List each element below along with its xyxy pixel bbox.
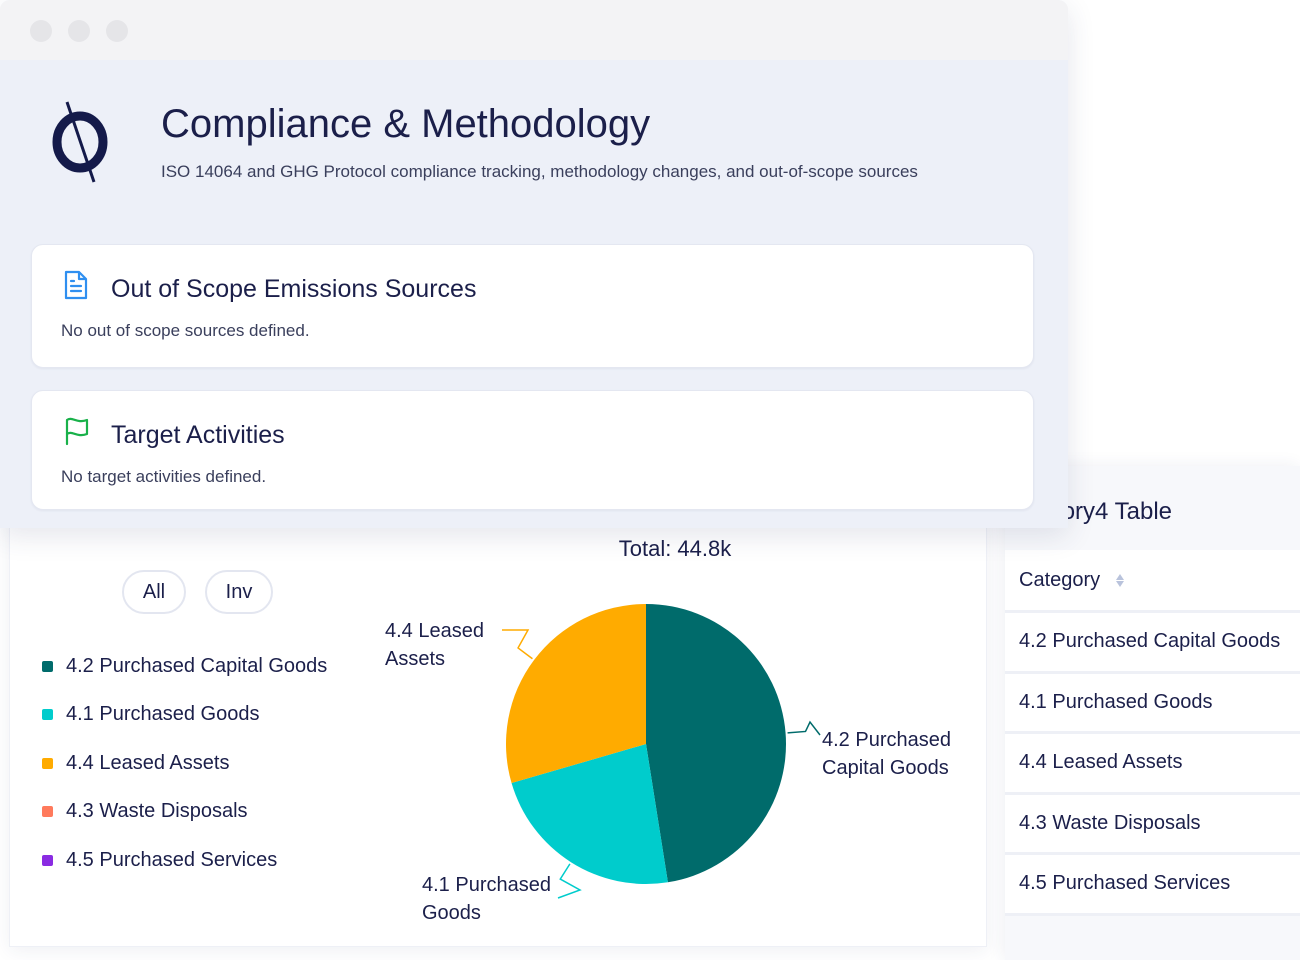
table-header-row: Category (1005, 550, 1300, 613)
table-cell: 4.2 Purchased Capital Goods (1019, 630, 1281, 653)
table-body: 4.2 Purchased Capital Goods 4.1 Purchase… (1005, 613, 1300, 916)
section-empty-text: No target activities defined. (61, 467, 267, 486)
window-titlebar (0, 0, 1068, 60)
category-chart-card: All Inv 4.2 Purchased Capital Goods 4.1 … (10, 516, 986, 946)
table-cell: 4.5 Purchased Services (1019, 872, 1231, 895)
pie-label-capital-goods-line2: Capital Goods (822, 757, 949, 779)
pie-leader-line (787, 720, 821, 736)
pie-label-capital-goods-line1: 4.2 Purchased (822, 729, 951, 751)
table-row[interactable]: 4.1 Purchased Goods (1005, 673, 1300, 734)
document-icon (64, 270, 88, 300)
table-row[interactable]: 4.5 Purchased Services (1005, 855, 1300, 916)
table-cell: 4.3 Waste Disposals (1019, 811, 1201, 834)
window-minimize-dot[interactable] (68, 20, 90, 42)
pie-leader-line (502, 629, 533, 660)
window-zoom-dot[interactable] (106, 20, 128, 42)
category-table-card: egory4 Table Category 4.2 Purchased Capi… (1005, 466, 1300, 960)
pie-label-leased-assets-line2: Assets (385, 648, 445, 670)
pie-slice[interactable] (646, 604, 786, 883)
page-subtitle: ISO 14064 and GHG Protocol compliance tr… (161, 162, 918, 181)
table-row[interactable]: 4.3 Waste Disposals (1005, 794, 1300, 855)
section-empty-text: No out of scope sources defined. (61, 321, 310, 340)
section-title: Target Activities (111, 421, 285, 449)
table-row[interactable]: 4.2 Purchased Capital Goods (1005, 613, 1300, 674)
pie-chart: 4.2 Purchased Capital Goods 4.1 Purchase… (385, 604, 951, 924)
brand-logo-icon (52, 101, 108, 183)
section-title: Out of Scope Emissions Sources (111, 275, 477, 303)
out-of-scope-section: Out of Scope Emissions Sources No out of… (31, 244, 1034, 368)
table-cell: 4.4 Leased Assets (1019, 751, 1183, 774)
compliance-window: Compliance & Methodology ISO 14064 and G… (0, 0, 1068, 528)
flag-icon (65, 417, 89, 446)
column-header-category[interactable]: Category (1019, 569, 1100, 592)
pie-label-purchased-goods-line1: 4.1 Purchased (422, 874, 551, 896)
page-title: Compliance & Methodology (161, 102, 651, 146)
pie-leader-line (557, 863, 582, 899)
pie-label-leased-assets-line1: 4.4 Leased (385, 620, 484, 642)
table-row[interactable]: 4.4 Leased Assets (1005, 734, 1300, 795)
sort-icon[interactable] (1116, 573, 1125, 587)
target-activities-section: Target Activities No target activities d… (31, 390, 1034, 510)
pie-label-purchased-goods-line2: Goods (422, 902, 481, 924)
table-cell: 4.1 Purchased Goods (1019, 690, 1213, 713)
window-close-dot[interactable] (30, 20, 52, 42)
